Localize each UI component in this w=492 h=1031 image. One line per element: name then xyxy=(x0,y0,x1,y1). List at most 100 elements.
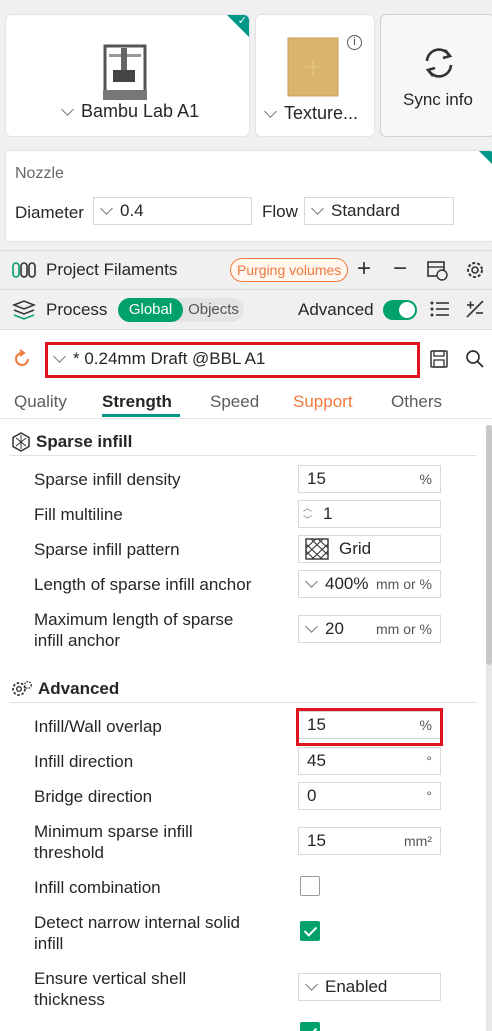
sparse-pattern-select[interactable]: Grid xyxy=(298,535,441,563)
stepper-arrows-icon[interactable]: ︿ ﹀ xyxy=(303,502,312,526)
tab-others[interactable]: Others xyxy=(391,392,442,412)
bridge-direction-value: 0 xyxy=(307,786,317,805)
infill-wall-overlap-label: Infill/Wall overlap xyxy=(34,717,162,736)
infill-combination-label: Infill combination xyxy=(34,878,161,897)
max-anchor-value: 20 xyxy=(325,619,344,638)
sparse-pattern-label: Sparse infill pattern xyxy=(34,540,180,559)
textured-plate-icon xyxy=(287,37,339,97)
global-option[interactable]: Global xyxy=(118,298,183,322)
max-anchor-label-line2: infill anchor xyxy=(34,631,120,650)
diameter-value: 0.4 xyxy=(120,201,144,220)
fill-multiline-value: 1 xyxy=(323,504,333,523)
infill-direction-value: 45 xyxy=(307,751,326,770)
printer-icon xyxy=(103,44,147,100)
tab-speed[interactable]: Speed xyxy=(210,392,259,412)
max-anchor-select[interactable]: 20 mm or % xyxy=(298,615,441,643)
compare-icon[interactable] xyxy=(465,299,485,319)
nozzle-title: Nozzle xyxy=(15,165,64,182)
next-option-checkbox[interactable] xyxy=(300,1022,320,1031)
sparse-density-unit: % xyxy=(419,471,432,487)
diameter-label: Diameter xyxy=(15,203,84,222)
printer-name: Bambu Lab A1 xyxy=(81,101,200,121)
flow-value: Standard xyxy=(331,201,400,220)
bridge-direction-label: Bridge direction xyxy=(34,787,153,806)
advanced-title: Advanced xyxy=(38,679,120,698)
process-title: Process xyxy=(46,300,108,319)
list-icon[interactable] xyxy=(430,300,450,318)
selected-corner-icon xyxy=(479,151,492,165)
remove-filament-icon[interactable]: − xyxy=(393,255,407,283)
infill-direction-input[interactable]: 45 ° xyxy=(298,747,441,775)
max-anchor-unit: mm or % xyxy=(376,621,432,637)
chevron-down-icon xyxy=(305,620,318,633)
bridge-direction-input[interactable]: 0 ° xyxy=(298,782,441,810)
vertical-shell-label-line2: thickness xyxy=(34,990,105,1009)
purging-volumes-button[interactable]: Purging volumes xyxy=(230,258,349,282)
filament-icon xyxy=(12,262,36,278)
save-icon[interactable] xyxy=(430,350,448,368)
fill-multiline-label: Fill multiline xyxy=(34,505,123,524)
global-objects-toggle[interactable]: Global Objects xyxy=(118,298,244,322)
chevron-down-icon xyxy=(100,202,113,215)
chevron-down-icon xyxy=(305,575,318,588)
preset-highlight xyxy=(45,342,420,378)
infill-anchor-unit: mm or % xyxy=(376,576,432,592)
fill-multiline-stepper[interactable]: ︿ ﹀ 1 xyxy=(298,500,441,528)
narrow-solid-label-line1: Detect narrow internal solid xyxy=(34,913,240,932)
narrow-solid-checkbox[interactable] xyxy=(300,921,320,941)
filament-sync-icon[interactable] xyxy=(426,259,448,281)
infill-direction-label: Infill direction xyxy=(34,752,134,771)
tab-strength[interactable]: Strength xyxy=(102,392,172,412)
max-anchor-label-line1: Maximum length of sparse xyxy=(34,610,234,629)
vertical-shell-value: Enabled xyxy=(325,977,388,996)
infill-combination-checkbox[interactable] xyxy=(300,876,320,896)
sparse-density-input[interactable]: 15 % xyxy=(298,465,441,493)
flow-label: Flow xyxy=(262,202,298,221)
overlap-highlight xyxy=(296,708,443,746)
vertical-shell-label-line1: Ensure vertical shell xyxy=(34,969,187,988)
grid-pattern-icon xyxy=(305,538,329,560)
active-tab-underline xyxy=(102,414,180,417)
chevron-down-icon xyxy=(305,978,318,991)
chevron-down-icon xyxy=(264,104,277,118)
tab-support[interactable]: Support xyxy=(293,392,353,412)
min-threshold-input[interactable]: 15 mm² xyxy=(298,827,441,855)
scrollbar-thumb[interactable] xyxy=(486,425,492,665)
reset-icon[interactable] xyxy=(12,349,32,369)
infill-anchor-select[interactable]: 400% mm or % xyxy=(298,570,441,598)
process-layers-icon xyxy=(12,300,36,320)
sync-info-label: Sync info xyxy=(403,90,473,109)
advanced-label: Advanced xyxy=(298,300,374,319)
sync-icon xyxy=(425,48,453,78)
chevron-down-icon xyxy=(311,202,324,215)
flow-select[interactable]: Standard xyxy=(304,197,454,225)
diameter-select[interactable]: 0.4 xyxy=(93,197,252,225)
sparse-pattern-value: Grid xyxy=(339,539,372,558)
nozzle-panel: Nozzle Diameter xyxy=(5,150,492,242)
min-threshold-label-line1: Minimum sparse infill xyxy=(34,822,193,841)
advanced-switch[interactable] xyxy=(383,300,417,320)
search-icon[interactable] xyxy=(465,349,485,369)
min-threshold-value: 15 xyxy=(307,831,326,850)
plate-name: Texture... xyxy=(284,103,359,123)
infill-anchor-label: Length of sparse infill anchor xyxy=(34,575,252,594)
check-icon: ✓ xyxy=(237,15,247,27)
tab-quality[interactable]: Quality xyxy=(14,392,67,412)
plate-card[interactable]: i Texture... xyxy=(255,14,375,137)
chevron-down-icon xyxy=(61,102,74,116)
infill-anchor-value: 400% xyxy=(325,574,369,593)
add-filament-icon[interactable]: + xyxy=(357,255,371,283)
printer-card[interactable]: ✓ Bambu Lab A1 xyxy=(5,14,250,137)
sparse-infill-title: Sparse infill xyxy=(36,432,133,451)
gear-icon[interactable] xyxy=(464,259,486,281)
vertical-shell-select[interactable]: Enabled xyxy=(298,973,441,1001)
sync-info-button[interactable]: Sync info xyxy=(380,14,492,137)
min-threshold-unit: mm² xyxy=(404,833,432,849)
advanced-gear-icon xyxy=(12,681,32,696)
bridge-direction-unit: ° xyxy=(426,788,432,804)
info-icon[interactable]: i xyxy=(347,35,362,50)
sparse-density-value: 15 xyxy=(307,469,326,488)
objects-option[interactable]: Objects xyxy=(183,298,244,322)
project-filaments-title: Project Filaments xyxy=(46,260,178,279)
sparse-infill-icon xyxy=(12,432,30,452)
